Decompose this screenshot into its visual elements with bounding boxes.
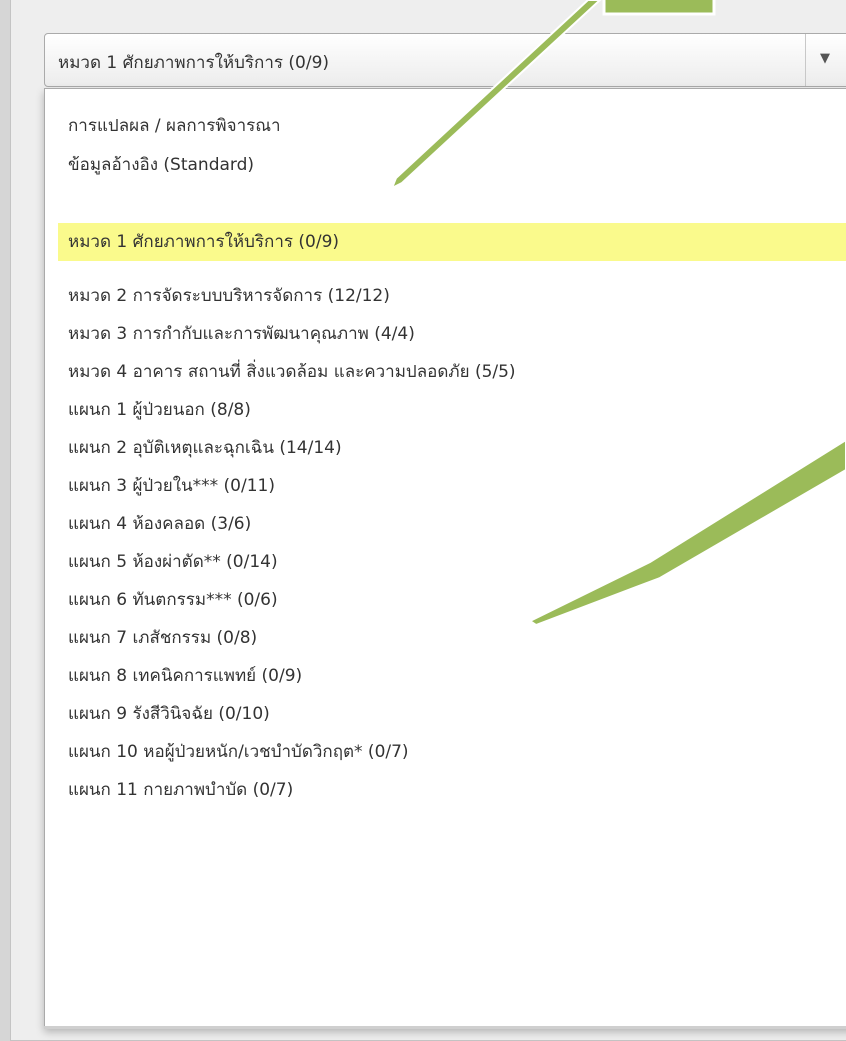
option-reference-standard[interactable]: ข้อมูลอ้างอิง (Standard) bbox=[58, 146, 846, 184]
option-dept-7[interactable]: แผนก 7 เภสัชกรรม (0/8) bbox=[58, 619, 846, 657]
triangle-down-icon[interactable]: ▼ bbox=[820, 51, 830, 66]
select-divider bbox=[805, 34, 806, 86]
option-dept-4[interactable]: แผนก 4 ห้องคลอด (3/6) bbox=[58, 505, 846, 543]
option-dept-6[interactable]: แผนก 6 ทันตกรรม*** (0/6) bbox=[58, 581, 846, 619]
option-category-4[interactable]: หมวด 4 อาคาร สถานที่ สิ่งแวดล้อม และความ… bbox=[58, 353, 846, 391]
option-dept-9[interactable]: แผนก 9 รังสีวินิจฉัย (0/10) bbox=[58, 695, 846, 733]
option-dept-1[interactable]: แผนก 1 ผู้ป่วยนอก (8/8) bbox=[58, 391, 846, 429]
option-interpretation[interactable]: การแปลผล / ผลการพิจารณา bbox=[58, 107, 846, 145]
option-dept-11[interactable]: แผนก 11 กายภาพบำบัด (0/7) bbox=[58, 771, 846, 809]
option-category-2[interactable]: หมวด 2 การจัดระบบบริหารจัดการ (12/12) bbox=[58, 277, 846, 315]
option-dept-8[interactable]: แผนก 8 เทคนิคการแพทย์ (0/9) bbox=[58, 657, 846, 695]
dropdown-list: การแปลผล / ผลการพิจารณา ข้อมูลอ้างอิง (S… bbox=[44, 88, 846, 1028]
selected-value: หมวด 1 ศักยภาพการให้บริการ (0/9) bbox=[58, 53, 330, 73]
category-select[interactable]: หมวด 1 ศักยภาพการให้บริการ (0/9) ▼ bbox=[44, 33, 846, 87]
option-dept-10[interactable]: แผนก 10 หอผู้ป่วยหนัก/เวชบำบัดวิกฤต* (0/… bbox=[58, 733, 846, 771]
option-dept-5[interactable]: แผนก 5 ห้องผ่าตัด** (0/14) bbox=[58, 543, 846, 581]
option-category-3[interactable]: หมวด 3 การกำกับและการพัฒนาคุณภาพ (4/4) bbox=[58, 315, 846, 353]
option-dept-2[interactable]: แผนก 2 อุบัติเหตุและฉุกเฉิน (14/14) bbox=[58, 429, 846, 467]
option-category-1[interactable]: หมวด 1 ศักยภาพการให้บริการ (0/9) bbox=[58, 223, 846, 261]
option-dept-3[interactable]: แผนก 3 ผู้ป่วยใน*** (0/11) bbox=[58, 467, 846, 505]
